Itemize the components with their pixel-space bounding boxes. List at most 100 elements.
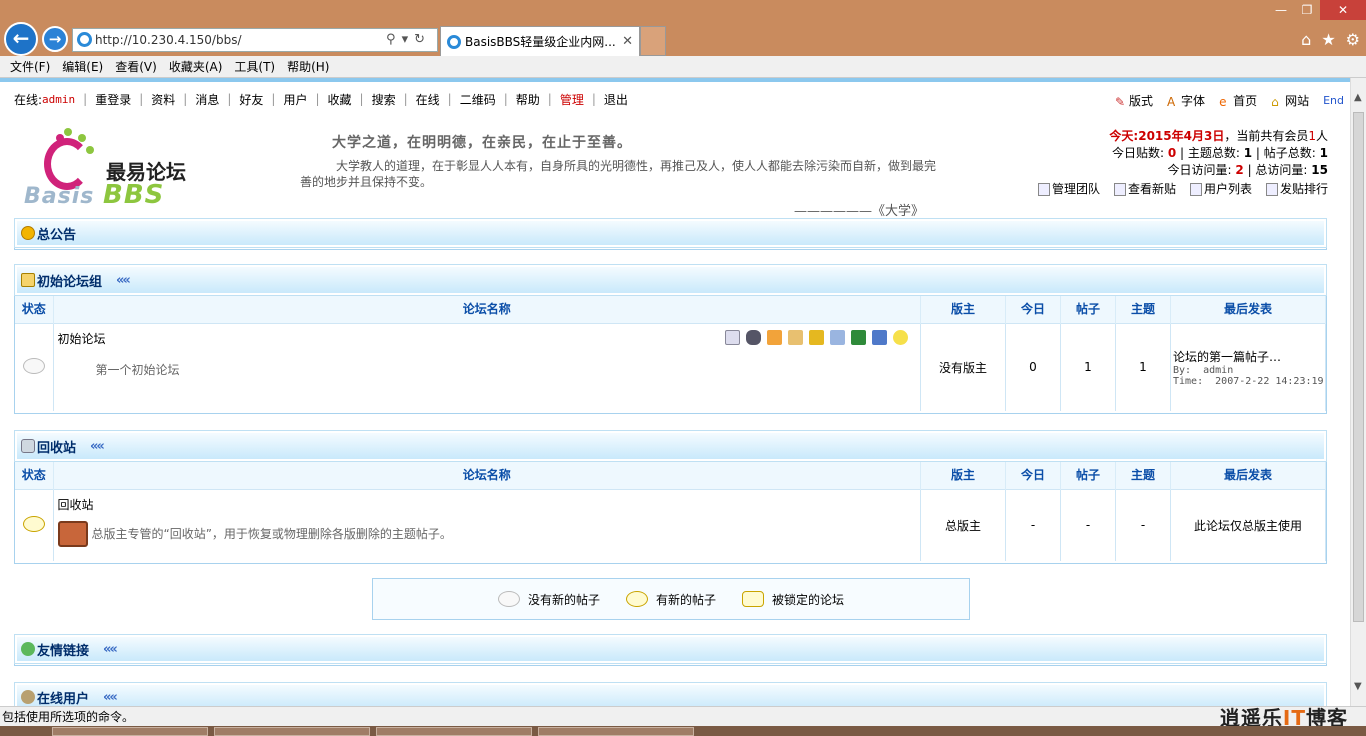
nav-friends[interactable]: 好友 xyxy=(239,91,263,108)
group-title[interactable]: 初始论坛组 xyxy=(37,271,102,290)
moderator: 没有版主 xyxy=(920,322,1006,411)
home-icon[interactable]: ⌂ xyxy=(1301,30,1311,49)
home-link[interactable]: e 首页 xyxy=(1219,92,1257,109)
last-post-link[interactable]: 论坛的第一篇帖子… xyxy=(1173,348,1325,365)
forum-description: 第一个初始论坛 xyxy=(95,362,180,377)
post-count: 1 xyxy=(1319,146,1328,160)
collapse-icon[interactable]: «« xyxy=(90,439,105,454)
today-date: 2015年4月3日 xyxy=(1138,129,1225,143)
locked-forum-icon xyxy=(22,515,45,532)
last-post-author[interactable]: admin xyxy=(1203,365,1233,376)
binoculars-icon[interactable] xyxy=(746,329,761,345)
forum-description: 总版主专管的“回收站”，用于恢复或物理删除各版删除的主题帖子。 xyxy=(91,527,452,541)
favorites-icon[interactable]: ★ xyxy=(1321,30,1335,49)
nav-help[interactable]: 帮助 xyxy=(516,91,540,108)
taskbar-item[interactable] xyxy=(214,727,370,736)
image-icon[interactable] xyxy=(851,329,866,345)
links-title[interactable]: 友情链接 xyxy=(37,640,89,659)
hand-icon[interactable] xyxy=(767,329,782,345)
users-icon xyxy=(1189,183,1202,196)
top-nav: 在线: admin | 重登录 | 资料 | 消息 | 好友 | 用户 | 收藏 | 搜索 |… xyxy=(14,91,628,108)
col-posts: 帖子 xyxy=(1060,461,1116,489)
recycle-panel: 回收站 «« 状态 论坛名称 版主 今日 帖子 主题 最后发表 回收站 总版主专… xyxy=(14,430,1327,564)
menu-view[interactable]: 查看(V) xyxy=(109,58,163,75)
tab-ie-icon xyxy=(447,35,461,49)
nav-users[interactable]: 用户 xyxy=(283,91,307,108)
recycle-title[interactable]: 回收站 xyxy=(37,437,76,456)
minimize-icon[interactable]: — xyxy=(1268,0,1294,20)
nav-relogin[interactable]: 重登录 xyxy=(95,91,131,108)
forum-name-link[interactable]: 回收站 xyxy=(58,496,917,513)
post-ranking-link[interactable]: 发贴排行 xyxy=(1265,181,1328,198)
menu-favorites[interactable]: 收藏夹(A) xyxy=(163,58,229,75)
right-nav: ✎ 版式 A 字体 e 首页 ⌂ 网站 End xyxy=(1115,92,1344,109)
vertical-scrollbar[interactable]: ▲ ▼ xyxy=(1350,78,1366,706)
member-count: 1 xyxy=(1308,129,1316,143)
forum-group-panel: 初始论坛组 «« 状态 论坛名称 版主 今日 帖子 主题 最后发表 初始论坛 第… xyxy=(14,264,1327,414)
address-bar[interactable]: http://10.230.4.150/bbs/ ⚲▾↻ xyxy=(72,28,438,52)
browser-window: ← → http://10.230.4.150/bbs/ ⚲▾↻ BasisBB… xyxy=(0,0,1366,736)
col-moderator: 版主 xyxy=(920,461,1006,489)
end-link[interactable]: End xyxy=(1323,94,1344,107)
bulb-icon[interactable] xyxy=(893,329,908,345)
recycle-box-icon xyxy=(57,520,88,547)
style-icon: ✎ xyxy=(1115,95,1126,109)
user-list-link[interactable]: 用户列表 xyxy=(1189,181,1252,198)
new-posts-link[interactable]: 查看新贴 xyxy=(1113,181,1176,198)
taskbar-item[interactable] xyxy=(376,727,532,736)
current-user-link[interactable]: admin xyxy=(42,93,75,106)
close-tab-icon[interactable]: ✕ xyxy=(622,27,633,56)
nav-favorites[interactable]: 收藏 xyxy=(328,91,352,108)
taskbar-item[interactable] xyxy=(52,727,208,736)
back-button[interactable]: ← xyxy=(4,22,38,56)
menu-file[interactable]: 文件(F) xyxy=(4,58,56,75)
topics-count: 1 xyxy=(1115,322,1171,411)
admin-team-link[interactable]: 管理团队 xyxy=(1037,181,1100,198)
person-icon xyxy=(21,642,35,656)
nav-search[interactable]: 搜索 xyxy=(372,91,396,108)
nav-messages[interactable]: 消息 xyxy=(195,91,219,108)
ie-icon xyxy=(77,32,92,47)
copy-icon[interactable] xyxy=(830,329,845,345)
chart-icon[interactable] xyxy=(872,329,887,345)
topics-count: - xyxy=(1115,488,1171,561)
nav-profile[interactable]: 资料 xyxy=(151,91,175,108)
search-refresh-icon[interactable]: ⚲▾↻ xyxy=(386,29,431,51)
legend-no-new: 没有新的帖子 xyxy=(527,592,600,607)
nav-admin[interactable]: 管理 xyxy=(560,91,584,108)
close-window-icon[interactable]: ✕ xyxy=(1320,0,1366,20)
gear-icon[interactable]: ⚙ xyxy=(1346,30,1360,49)
new-tab-button[interactable] xyxy=(640,26,666,56)
site-icon: ⌂ xyxy=(1271,95,1279,109)
menu-help[interactable]: 帮助(H) xyxy=(281,58,335,75)
font-link[interactable]: A 字体 xyxy=(1167,92,1205,109)
browser-tab[interactable]: BasisBBS轻量级企业内网... ✕ xyxy=(440,26,640,56)
forward-button[interactable]: → xyxy=(42,26,68,52)
collapse-icon[interactable]: «« xyxy=(103,642,118,657)
nav-logout[interactable]: 退出 xyxy=(604,91,628,108)
style-link[interactable]: ✎ 版式 xyxy=(1115,92,1153,109)
menu-tools[interactable]: 工具(T) xyxy=(228,58,281,75)
collapse-icon[interactable]: «« xyxy=(103,690,118,705)
taskbar-item[interactable] xyxy=(538,727,694,736)
collapse-icon[interactable]: «« xyxy=(116,273,131,288)
pencil-icon[interactable] xyxy=(788,329,803,345)
menu-edit[interactable]: 编辑(E) xyxy=(56,58,109,75)
browser-chrome: ← → http://10.230.4.150/bbs/ ⚲▾↻ BasisBB… xyxy=(0,0,1366,56)
team-icon xyxy=(1037,183,1050,196)
scroll-up-icon[interactable]: ▲ xyxy=(1354,92,1362,103)
nav-online[interactable]: 在线 xyxy=(416,91,440,108)
motto-line1: 大学之道，在明明德，在亲民，在止于至善。 xyxy=(332,135,632,151)
online-title[interactable]: 在线用户 xyxy=(37,688,89,707)
col-moderator: 版主 xyxy=(920,295,1006,323)
scroll-down-icon[interactable]: ▼ xyxy=(1354,681,1362,692)
lock-icon[interactable] xyxy=(809,329,824,345)
nav-qrcode[interactable]: 二维码 xyxy=(460,91,496,108)
announcement-title[interactable]: 总公告 xyxy=(37,224,76,243)
restore-icon[interactable]: ❐ xyxy=(1294,0,1320,20)
warning-icon xyxy=(21,226,35,240)
scroll-thumb[interactable] xyxy=(1353,112,1364,622)
no-new-posts-icon xyxy=(497,591,520,607)
site-link[interactable]: ⌂ 网站 xyxy=(1271,92,1309,109)
edit-doc-icon[interactable] xyxy=(725,329,740,345)
